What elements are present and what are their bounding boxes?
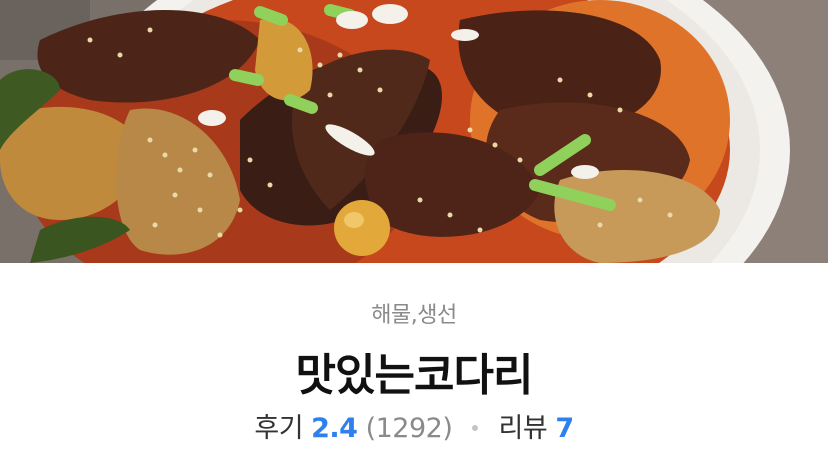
recipe-title[interactable]: 맛있는코다리 <box>0 339 828 403</box>
rating-count: (1292) <box>365 413 453 444</box>
recipe-stats: 후기 2.4 (1292) 리뷰 7 <box>0 406 828 445</box>
review-link[interactable]: 후기 2.4 (1292) <box>254 413 460 444</box>
comment-link[interactable]: 리뷰 7 <box>498 413 575 444</box>
comment-count: 7 <box>555 413 574 444</box>
recipe-card: 해물,생선 맛있는코다리 후기 2.4 (1292) 리뷰 7 <box>0 0 828 472</box>
comment-label: 리뷰 <box>498 413 548 444</box>
recipe-category: 해물,생선 <box>371 303 457 328</box>
braised-pollock-image <box>0 0 828 263</box>
recipe-photo[interactable] <box>0 0 828 263</box>
recipe-info: 해물,생선 맛있는코다리 후기 2.4 (1292) 리뷰 7 <box>0 263 828 472</box>
separator-dot <box>472 424 479 431</box>
rating-value: 2.4 <box>311 413 358 444</box>
review-label: 후기 <box>254 413 304 444</box>
